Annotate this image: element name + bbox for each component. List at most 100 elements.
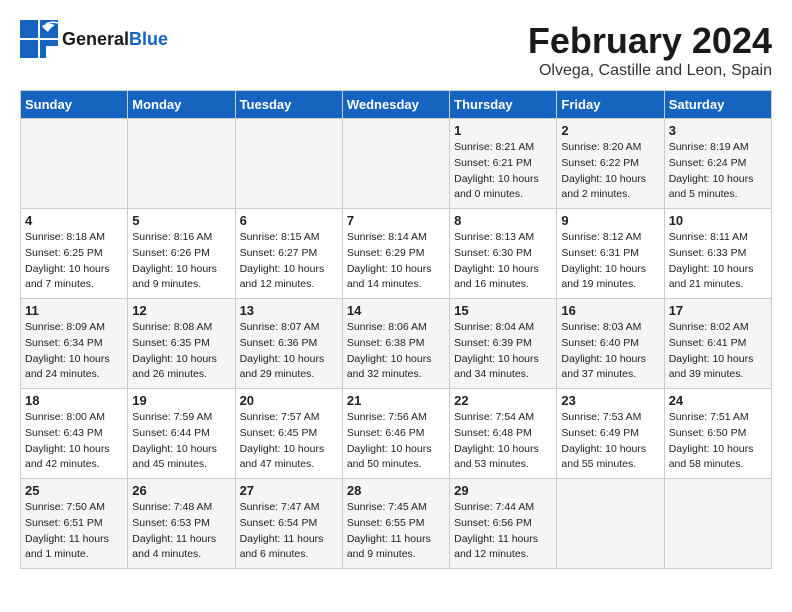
day-header-monday: Monday	[128, 91, 235, 119]
day-info: Sunrise: 8:14 AM Sunset: 6:29 PM Dayligh…	[347, 230, 445, 293]
calendar-cell: 11 Sunrise: 8:09 AM Sunset: 6:34 PM Dayli…	[21, 299, 128, 389]
day-number: 11	[25, 303, 123, 318]
calendar-cell: 21 Sunrise: 7:56 AM Sunset: 6:46 PM Dayli…	[342, 389, 449, 479]
calendar-cell: 25 Sunrise: 7:50 AM Sunset: 6:51 PM Dayli…	[21, 479, 128, 569]
day-info: Sunrise: 7:53 AM Sunset: 6:49 PM Dayligh…	[561, 410, 659, 473]
day-info: Sunrise: 8:03 AM Sunset: 6:40 PM Dayligh…	[561, 320, 659, 383]
logo-general: General	[62, 29, 129, 49]
calendar-cell: 17 Sunrise: 8:02 AM Sunset: 6:41 PM Dayli…	[664, 299, 771, 389]
day-number: 28	[347, 483, 445, 498]
calendar-cell: 24 Sunrise: 7:51 AM Sunset: 6:50 PM Dayli…	[664, 389, 771, 479]
day-number: 9	[561, 213, 659, 228]
calendar-cell: 2 Sunrise: 8:20 AM Sunset: 6:22 PM Daylig…	[557, 119, 664, 209]
day-number: 2	[561, 123, 659, 138]
calendar-cell: 7 Sunrise: 8:14 AM Sunset: 6:29 PM Daylig…	[342, 209, 449, 299]
calendar-cell: 9 Sunrise: 8:12 AM Sunset: 6:31 PM Daylig…	[557, 209, 664, 299]
day-number: 21	[347, 393, 445, 408]
day-number: 16	[561, 303, 659, 318]
calendar-cell	[342, 119, 449, 209]
calendar-cell: 18 Sunrise: 8:00 AM Sunset: 6:43 PM Dayli…	[21, 389, 128, 479]
calendar-cell	[21, 119, 128, 209]
day-info: Sunrise: 8:21 AM Sunset: 6:21 PM Dayligh…	[454, 140, 552, 203]
day-info: Sunrise: 8:09 AM Sunset: 6:34 PM Dayligh…	[25, 320, 123, 383]
calendar-week-1: 1 Sunrise: 8:21 AM Sunset: 6:21 PM Daylig…	[21, 119, 772, 209]
day-number: 8	[454, 213, 552, 228]
day-info: Sunrise: 7:44 AM Sunset: 6:56 PM Dayligh…	[454, 500, 552, 563]
day-number: 25	[25, 483, 123, 498]
day-number: 5	[132, 213, 230, 228]
calendar-week-4: 18 Sunrise: 8:00 AM Sunset: 6:43 PM Dayli…	[21, 389, 772, 479]
day-number: 3	[669, 123, 767, 138]
day-number: 26	[132, 483, 230, 498]
day-info: Sunrise: 7:45 AM Sunset: 6:55 PM Dayligh…	[347, 500, 445, 563]
calendar-cell	[664, 479, 771, 569]
day-info: Sunrise: 8:16 AM Sunset: 6:26 PM Dayligh…	[132, 230, 230, 293]
calendar-week-2: 4 Sunrise: 8:18 AM Sunset: 6:25 PM Daylig…	[21, 209, 772, 299]
day-info: Sunrise: 7:56 AM Sunset: 6:46 PM Dayligh…	[347, 410, 445, 473]
calendar-cell: 19Sunrise: 7:59 AM Sunset: 6:44 PM Dayli…	[128, 389, 235, 479]
day-info: Sunrise: 8:12 AM Sunset: 6:31 PM Dayligh…	[561, 230, 659, 293]
day-info: Sunrise: 7:48 AM Sunset: 6:53 PM Dayligh…	[132, 500, 230, 563]
day-number: 18	[25, 393, 123, 408]
month-year: February 2024	[528, 20, 772, 62]
day-info: Sunrise: 7:50 AM Sunset: 6:51 PM Dayligh…	[25, 500, 123, 563]
day-number: 1	[454, 123, 552, 138]
logo-blue: Blue	[129, 29, 168, 49]
calendar-cell: 1 Sunrise: 8:21 AM Sunset: 6:21 PM Daylig…	[450, 119, 557, 209]
title-block: February 2024 Olvega, Castille and Leon,…	[528, 20, 772, 80]
calendar-cell: 22Sunrise: 7:54 AM Sunset: 6:48 PM Dayli…	[450, 389, 557, 479]
calendar-cell	[128, 119, 235, 209]
day-info: Sunrise: 7:51 AM Sunset: 6:50 PM Dayligh…	[669, 410, 767, 473]
day-info: Sunrise: 7:54 AM Sunset: 6:48 PM Dayligh…	[454, 410, 552, 473]
day-info: Sunrise: 7:59 AM Sunset: 6:44 PM Dayligh…	[132, 410, 230, 473]
calendar-cell: 14Sunrise: 8:06 AM Sunset: 6:38 PM Dayli…	[342, 299, 449, 389]
day-info: Sunrise: 8:13 AM Sunset: 6:30 PM Dayligh…	[454, 230, 552, 293]
day-info: Sunrise: 7:57 AM Sunset: 6:45 PM Dayligh…	[240, 410, 338, 473]
day-number: 27	[240, 483, 338, 498]
calendar-cell: 29 Sunrise: 7:44 AM Sunset: 6:56 PM Dayli…	[450, 479, 557, 569]
day-info: Sunrise: 8:11 AM Sunset: 6:33 PM Dayligh…	[669, 230, 767, 293]
day-number: 6	[240, 213, 338, 228]
calendar-table: SundayMondayTuesdayWednesdayThursdayFrid…	[20, 90, 772, 569]
day-number: 29	[454, 483, 552, 498]
day-number: 4	[25, 213, 123, 228]
calendar-cell: 8 Sunrise: 8:13 AM Sunset: 6:30 PM Daylig…	[450, 209, 557, 299]
calendar-cell: 26 Sunrise: 7:48 AM Sunset: 6:53 PM Dayli…	[128, 479, 235, 569]
calendar-cell	[557, 479, 664, 569]
day-info: Sunrise: 8:07 AM Sunset: 6:36 PM Dayligh…	[240, 320, 338, 383]
calendar-cell: 15 Sunrise: 8:04 AM Sunset: 6:39 PM Dayli…	[450, 299, 557, 389]
calendar-cell: 27 Sunrise: 7:47 AM Sunset: 6:54 PM Dayli…	[235, 479, 342, 569]
calendar-cell: 13 Sunrise: 8:07 AM Sunset: 6:36 PM Dayli…	[235, 299, 342, 389]
calendar-body: 1 Sunrise: 8:21 AM Sunset: 6:21 PM Daylig…	[21, 119, 772, 569]
calendar-cell: 4 Sunrise: 8:18 AM Sunset: 6:25 PM Daylig…	[21, 209, 128, 299]
day-number: 24	[669, 393, 767, 408]
day-info: Sunrise: 8:04 AM Sunset: 6:39 PM Dayligh…	[454, 320, 552, 383]
day-header-friday: Friday	[557, 91, 664, 119]
calendar-cell: 3 Sunrise: 8:19 AM Sunset: 6:24 PM Daylig…	[664, 119, 771, 209]
day-header-tuesday: Tuesday	[235, 91, 342, 119]
day-number: 14	[347, 303, 445, 318]
day-info: Sunrise: 7:47 AM Sunset: 6:54 PM Dayligh…	[240, 500, 338, 563]
location: Olvega, Castille and Leon, Spain	[528, 62, 772, 80]
day-info: Sunrise: 8:02 AM Sunset: 6:41 PM Dayligh…	[669, 320, 767, 383]
day-info: Sunrise: 8:20 AM Sunset: 6:22 PM Dayligh…	[561, 140, 659, 203]
day-info: Sunrise: 8:18 AM Sunset: 6:25 PM Dayligh…	[25, 230, 123, 293]
day-info: Sunrise: 8:19 AM Sunset: 6:24 PM Dayligh…	[669, 140, 767, 203]
logo: GeneralBlue	[20, 20, 168, 58]
calendar-cell: 20 Sunrise: 7:57 AM Sunset: 6:45 PM Dayli…	[235, 389, 342, 479]
calendar-week-5: 25 Sunrise: 7:50 AM Sunset: 6:51 PM Dayli…	[21, 479, 772, 569]
day-number: 20	[240, 393, 338, 408]
page-header: GeneralBlue February 2024 Olvega, Castil…	[20, 20, 772, 80]
day-number: 15	[454, 303, 552, 318]
calendar-cell: 28 Sunrise: 7:45 AM Sunset: 6:55 PM Dayli…	[342, 479, 449, 569]
day-number: 12	[132, 303, 230, 318]
calendar-cell: 6Sunrise: 8:15 AM Sunset: 6:27 PM Daylig…	[235, 209, 342, 299]
calendar-cell: 12Sunrise: 8:08 AM Sunset: 6:35 PM Dayli…	[128, 299, 235, 389]
day-number: 7	[347, 213, 445, 228]
day-number: 13	[240, 303, 338, 318]
calendar-week-3: 11 Sunrise: 8:09 AM Sunset: 6:34 PM Dayli…	[21, 299, 772, 389]
day-number: 17	[669, 303, 767, 318]
day-number: 23	[561, 393, 659, 408]
day-info: Sunrise: 8:00 AM Sunset: 6:43 PM Dayligh…	[25, 410, 123, 473]
day-header-wednesday: Wednesday	[342, 91, 449, 119]
